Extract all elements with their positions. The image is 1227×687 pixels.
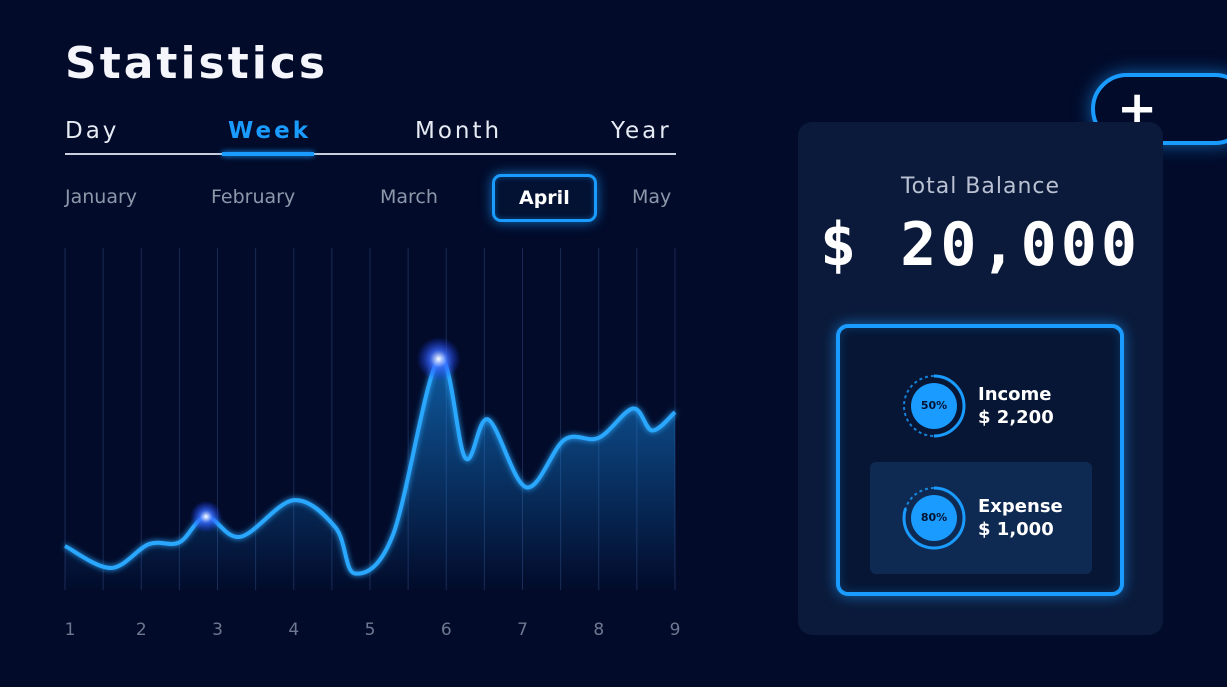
balance-card: Total Balance $ 20,000 50% Income $ 2,20… <box>798 122 1163 635</box>
x-tick-label: 2 <box>136 620 147 640</box>
x-tick-label: 8 <box>593 620 604 640</box>
expense-amount: $ 1,000 <box>978 519 1054 540</box>
x-tick-label: 3 <box>212 620 223 640</box>
period-tabs: Day Week Month Year <box>65 112 676 157</box>
tabs-divider <box>65 153 676 155</box>
page-title: Statistics <box>65 38 329 89</box>
income-amount: $ 2,200 <box>978 407 1054 428</box>
x-tick-label: 4 <box>288 620 299 640</box>
month-february[interactable]: February <box>211 186 295 208</box>
chart-highlight-point <box>190 500 223 533</box>
income-expense-panel: 50% Income $ 2,200 80% Expense $ 1,000 <box>836 324 1124 596</box>
income-label: Income <box>978 384 1052 405</box>
tab-year[interactable]: Year <box>611 118 672 144</box>
expense-label: Expense <box>978 496 1063 517</box>
x-tick-label: 5 <box>365 620 376 640</box>
month-march[interactable]: March <box>380 186 438 208</box>
statistics-chart: 1 2 3 4 5 6 7 8 9 <box>64 248 681 640</box>
month-selector: January February March April May <box>65 174 685 222</box>
month-april[interactable]: April <box>492 174 597 222</box>
x-tick-label: 1 <box>65 620 76 640</box>
income-row[interactable]: 50% Income $ 2,200 <box>870 350 1092 462</box>
expense-row[interactable]: 80% Expense $ 1,000 <box>870 462 1092 574</box>
expense-percent: 80% <box>920 511 948 524</box>
chart-highlight-point <box>416 337 461 381</box>
tab-month[interactable]: Month <box>415 118 502 144</box>
income-percent: 50% <box>920 399 948 412</box>
tab-week[interactable]: Week <box>228 118 311 144</box>
total-balance-label: Total Balance <box>900 174 1061 199</box>
x-tick-label: 9 <box>670 620 681 640</box>
total-balance-value: $ 20,000 <box>820 210 1141 280</box>
tab-day[interactable]: Day <box>65 118 119 144</box>
month-january[interactable]: January <box>65 186 137 208</box>
x-tick-label: 7 <box>517 620 528 640</box>
x-tick-label: 6 <box>441 620 452 640</box>
active-tab-underline <box>222 152 314 156</box>
month-may[interactable]: May <box>632 186 671 208</box>
